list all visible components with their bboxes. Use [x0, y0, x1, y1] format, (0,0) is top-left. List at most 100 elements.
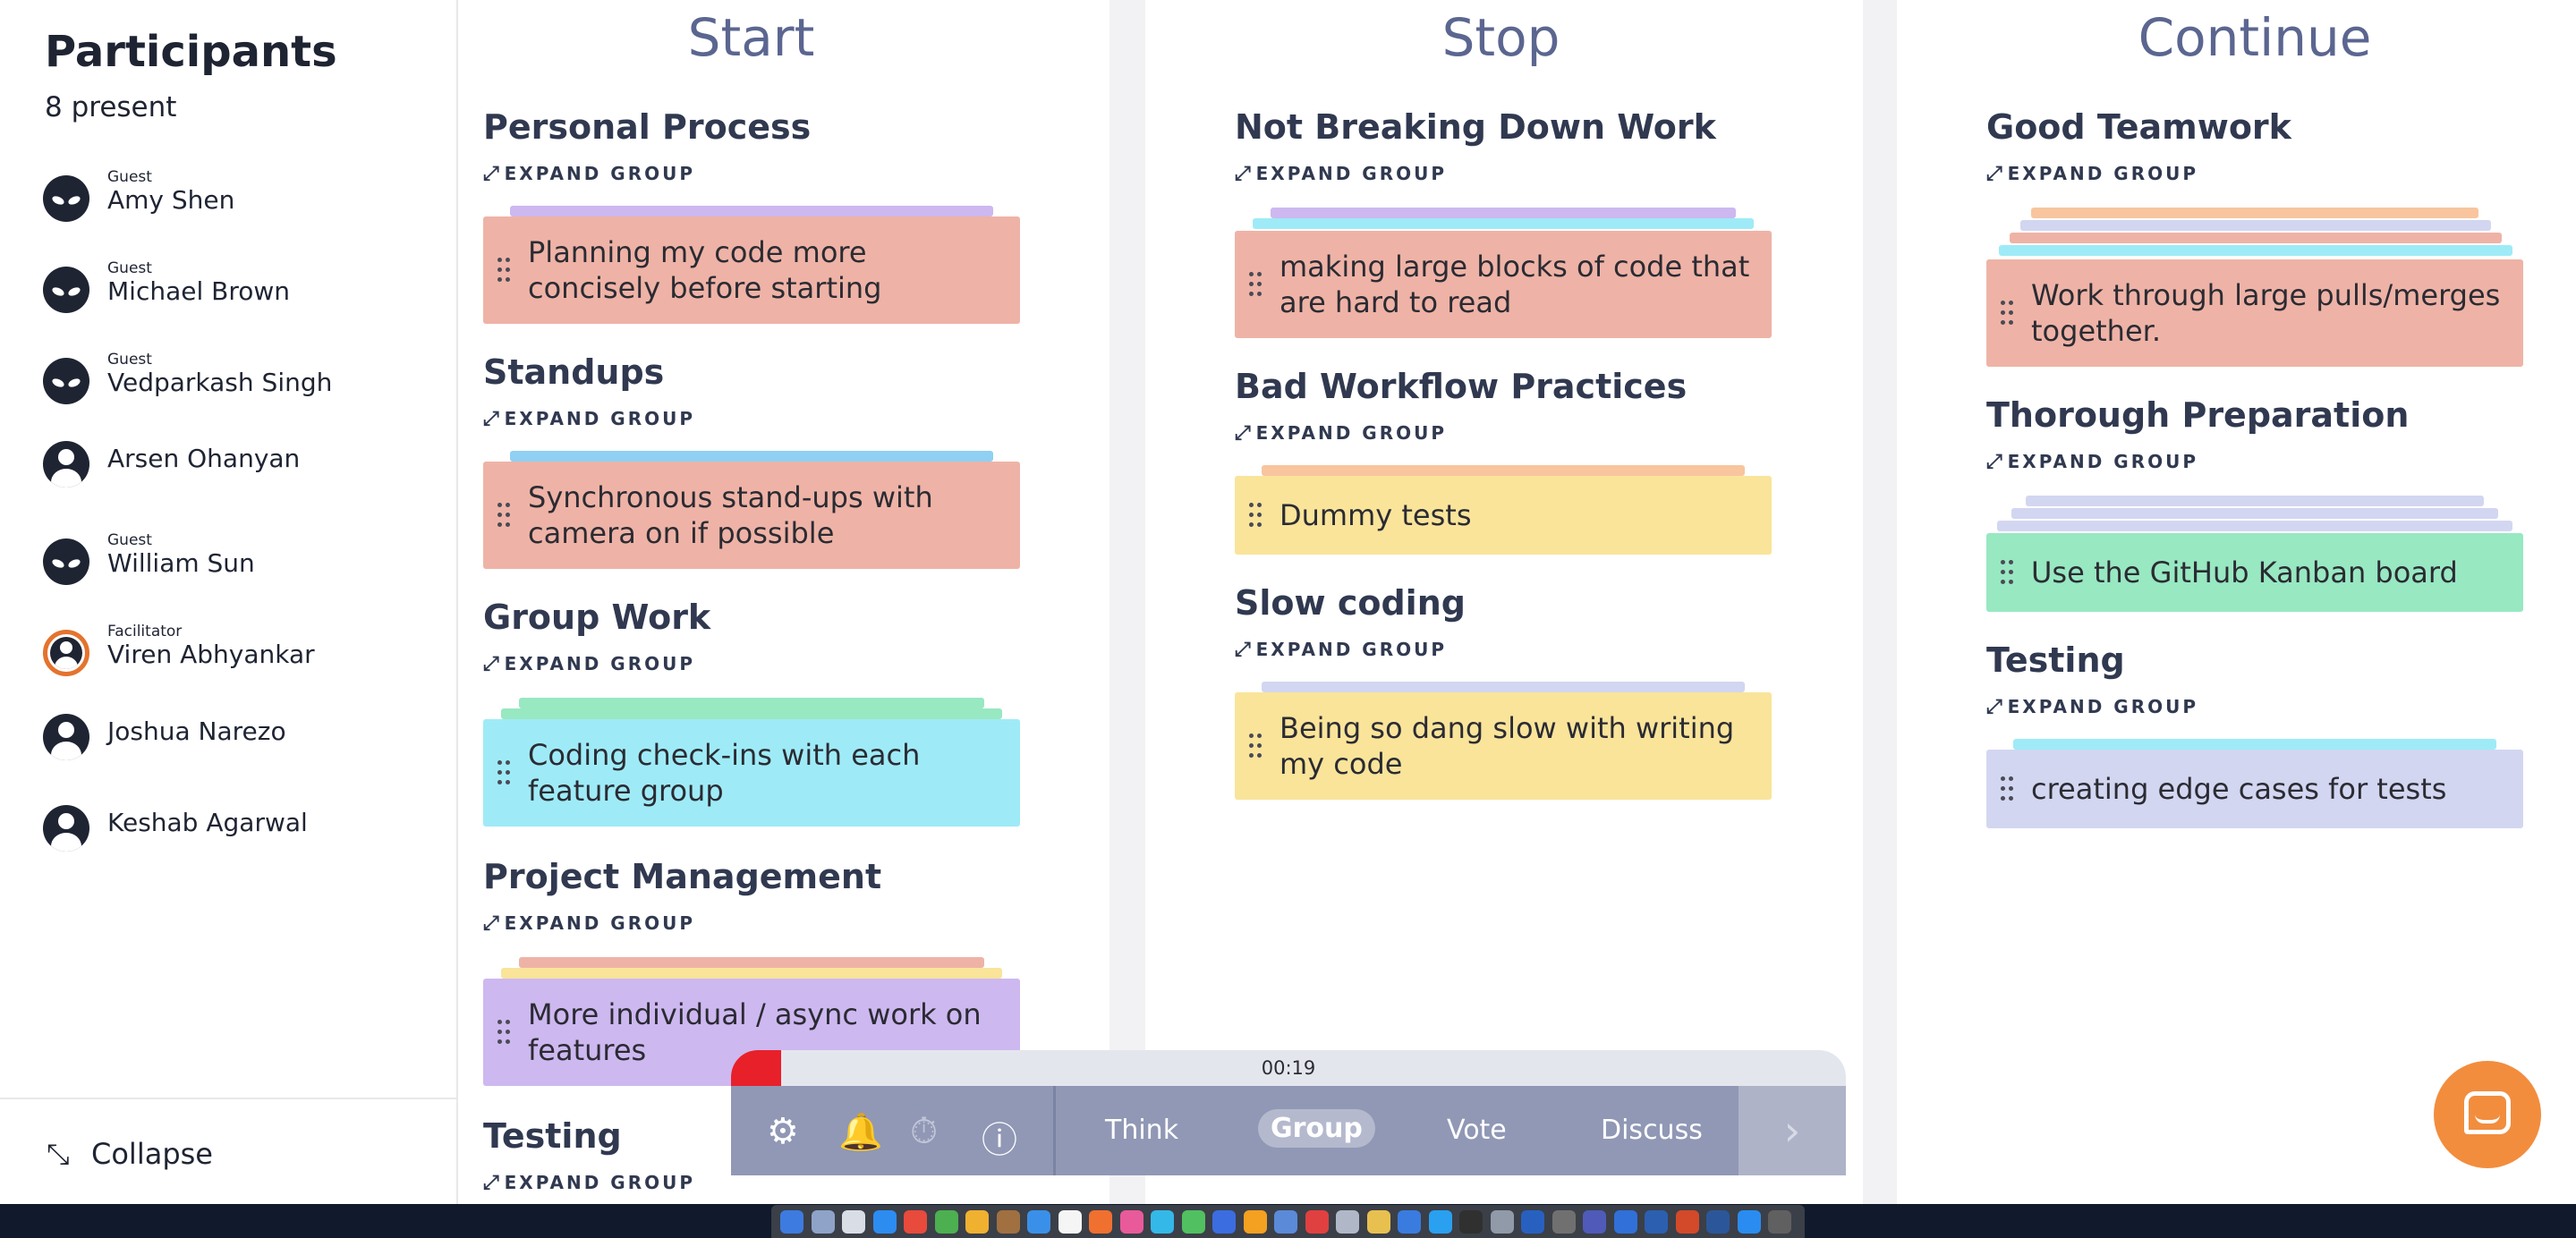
dock-app-icon[interactable] [1305, 1210, 1329, 1234]
phase-discuss-button[interactable]: Discuss [1601, 1115, 1703, 1146]
group-title[interactable]: Project Management [483, 857, 881, 896]
drag-handle-icon[interactable] [1249, 733, 1263, 759]
participant-item[interactable]: Guest William Sun [43, 527, 437, 598]
retro-card[interactable]: making large blocks of code that are har… [1235, 231, 1772, 338]
group-title[interactable]: Not Breaking Down Work [1235, 107, 1716, 147]
dock-app-icon[interactable] [1058, 1210, 1082, 1234]
dock-app-icon[interactable] [1768, 1210, 1791, 1234]
dock-app-icon[interactable] [780, 1210, 803, 1234]
dock-app-icon[interactable] [1274, 1210, 1297, 1234]
drag-handle-icon[interactable] [1249, 503, 1263, 528]
dock-app-icon[interactable] [904, 1210, 927, 1234]
retro-card[interactable]: Being so dang slow with writing my code [1235, 692, 1772, 800]
retro-card[interactable]: Coding check-ins with each feature group [483, 719, 1020, 827]
dock-app-icon[interactable] [1181, 1210, 1205, 1234]
phase-vote-button[interactable]: Vote [1447, 1115, 1507, 1146]
retro-card[interactable]: Dummy tests [1235, 476, 1772, 555]
group-title[interactable]: Bad Workflow Practices [1235, 367, 1687, 406]
group-title[interactable]: Good Teamwork [1986, 107, 2291, 147]
person-avatar-icon [43, 805, 89, 852]
participant-item[interactable]: Keshab Agarwal [43, 793, 437, 865]
dock-app-icon[interactable] [1645, 1210, 1668, 1234]
dock-app-icon[interactable] [1459, 1210, 1483, 1234]
expand-group-button[interactable]: ⤢ EXPAND GROUP [1235, 163, 1447, 185]
drag-handle-icon[interactable] [497, 1020, 512, 1045]
dock-app-icon[interactable] [1212, 1210, 1236, 1234]
dock-app-icon[interactable] [1583, 1210, 1606, 1234]
participant-item[interactable]: Guest Vedparkash Singh [43, 346, 437, 418]
drag-handle-icon[interactable] [2001, 301, 2015, 326]
drag-handle-icon[interactable] [497, 503, 512, 528]
gear-icon[interactable]: ⚙ [767, 1111, 799, 1152]
expand-group-button[interactable]: ⤢ EXPAND GROUP [483, 912, 695, 935]
drag-handle-icon[interactable] [497, 760, 512, 785]
group-title[interactable]: Personal Process [483, 107, 811, 147]
expand-group-button[interactable]: ⤢ EXPAND GROUP [483, 653, 695, 675]
expand-group-button[interactable]: ⤢ EXPAND GROUP [1235, 639, 1447, 661]
stacked-card-edge [1997, 521, 2512, 531]
group-title[interactable]: Group Work [483, 598, 710, 637]
dock-app-icon[interactable] [996, 1210, 1020, 1234]
expand-group-button[interactable]: ⤢ EXPAND GROUP [483, 163, 695, 185]
dock-app-icon[interactable] [1027, 1210, 1050, 1234]
phase-group-button[interactable]: Group [1258, 1109, 1375, 1148]
dock-app-icon[interactable] [811, 1210, 835, 1234]
expand-group-button[interactable]: ⤢ EXPAND GROUP [1986, 163, 2198, 185]
retro-card[interactable]: creating edge cases for tests [1986, 750, 2523, 828]
next-phase-button[interactable]: › [1739, 1086, 1846, 1175]
dock-app-icon[interactable] [842, 1210, 865, 1234]
card-text: Being so dang slow with writing my code [1279, 711, 1735, 781]
dock-app-icon[interactable] [1675, 1210, 1699, 1234]
dock-app-icon[interactable] [1398, 1210, 1421, 1234]
dock-app-icon[interactable] [872, 1210, 897, 1234]
dock-app-icon[interactable] [1737, 1210, 1761, 1234]
group-title[interactable]: Thorough Preparation [1986, 395, 2409, 435]
group-title[interactable]: Testing [1986, 640, 2125, 680]
stopwatch-icon[interactable]: ⏱ [910, 1111, 938, 1152]
expand-icon: ⤢ [483, 653, 499, 675]
dock-app-icon[interactable] [1521, 1210, 1544, 1234]
drag-handle-icon[interactable] [497, 258, 512, 283]
sidebar-title: Participants [45, 27, 337, 77]
retro-card[interactable]: Synchronous stand-ups with camera on if … [483, 462, 1020, 569]
info-icon[interactable]: ⓘ [982, 1111, 1017, 1163]
dock-app-icon[interactable] [1552, 1210, 1576, 1234]
group-title[interactable]: Slow coding [1235, 583, 1466, 623]
drag-handle-icon[interactable] [2001, 560, 2015, 585]
participant-item[interactable]: Joshua Narezo [43, 702, 437, 774]
dock-app-icon[interactable] [934, 1210, 958, 1234]
expand-group-button[interactable]: ⤢ EXPAND GROUP [483, 1172, 695, 1194]
collapse-button[interactable]: ⤡ Collapse [0, 1098, 458, 1204]
expand-icon: ⤢ [1235, 639, 1251, 661]
chat-button[interactable] [2434, 1061, 2541, 1168]
dock-app-icon[interactable] [1336, 1210, 1359, 1234]
dock-app-icon[interactable] [1613, 1210, 1637, 1234]
dock-app-icon[interactable] [1243, 1210, 1267, 1234]
dock-app-icon[interactable] [1428, 1210, 1452, 1234]
drag-handle-icon[interactable] [2001, 776, 2015, 801]
dock-app-icon[interactable] [1366, 1210, 1390, 1234]
expand-group-button[interactable]: ⤢ EXPAND GROUP [1986, 451, 2198, 473]
expand-group-button[interactable]: ⤢ EXPAND GROUP [483, 408, 695, 430]
group-title[interactable]: Testing [483, 1116, 622, 1156]
expand-group-button[interactable]: ⤢ EXPAND GROUP [1986, 696, 2198, 718]
app-dock [771, 1205, 1805, 1238]
dock-app-icon[interactable] [1119, 1210, 1143, 1234]
retro-card[interactable]: Use the GitHub Kanban board [1986, 533, 2523, 612]
retro-card[interactable]: Work through large pulls/merges together… [1986, 259, 2523, 367]
participant-item[interactable]: Facilitator Viren Abhyankar [43, 618, 437, 690]
expand-group-button[interactable]: ⤢ EXPAND GROUP [1235, 422, 1447, 445]
group-title[interactable]: Standups [483, 352, 664, 392]
dock-app-icon[interactable] [1490, 1210, 1514, 1234]
retro-card[interactable]: Planning my code more concisely before s… [483, 216, 1020, 324]
dock-app-icon[interactable] [1151, 1210, 1174, 1234]
participant-item[interactable]: Guest Amy Shen [43, 164, 437, 235]
drag-handle-icon[interactable] [1249, 272, 1263, 297]
phase-think-button[interactable]: Think [1105, 1115, 1178, 1146]
participant-item[interactable]: Guest Michael Brown [43, 255, 437, 326]
dock-app-icon[interactable] [1706, 1210, 1730, 1234]
dock-app-icon[interactable] [1089, 1210, 1112, 1234]
participant-item[interactable]: Arsen Ohanyan [43, 429, 437, 501]
bell-icon[interactable]: 🔔 [838, 1111, 883, 1153]
dock-app-icon[interactable] [965, 1210, 989, 1234]
